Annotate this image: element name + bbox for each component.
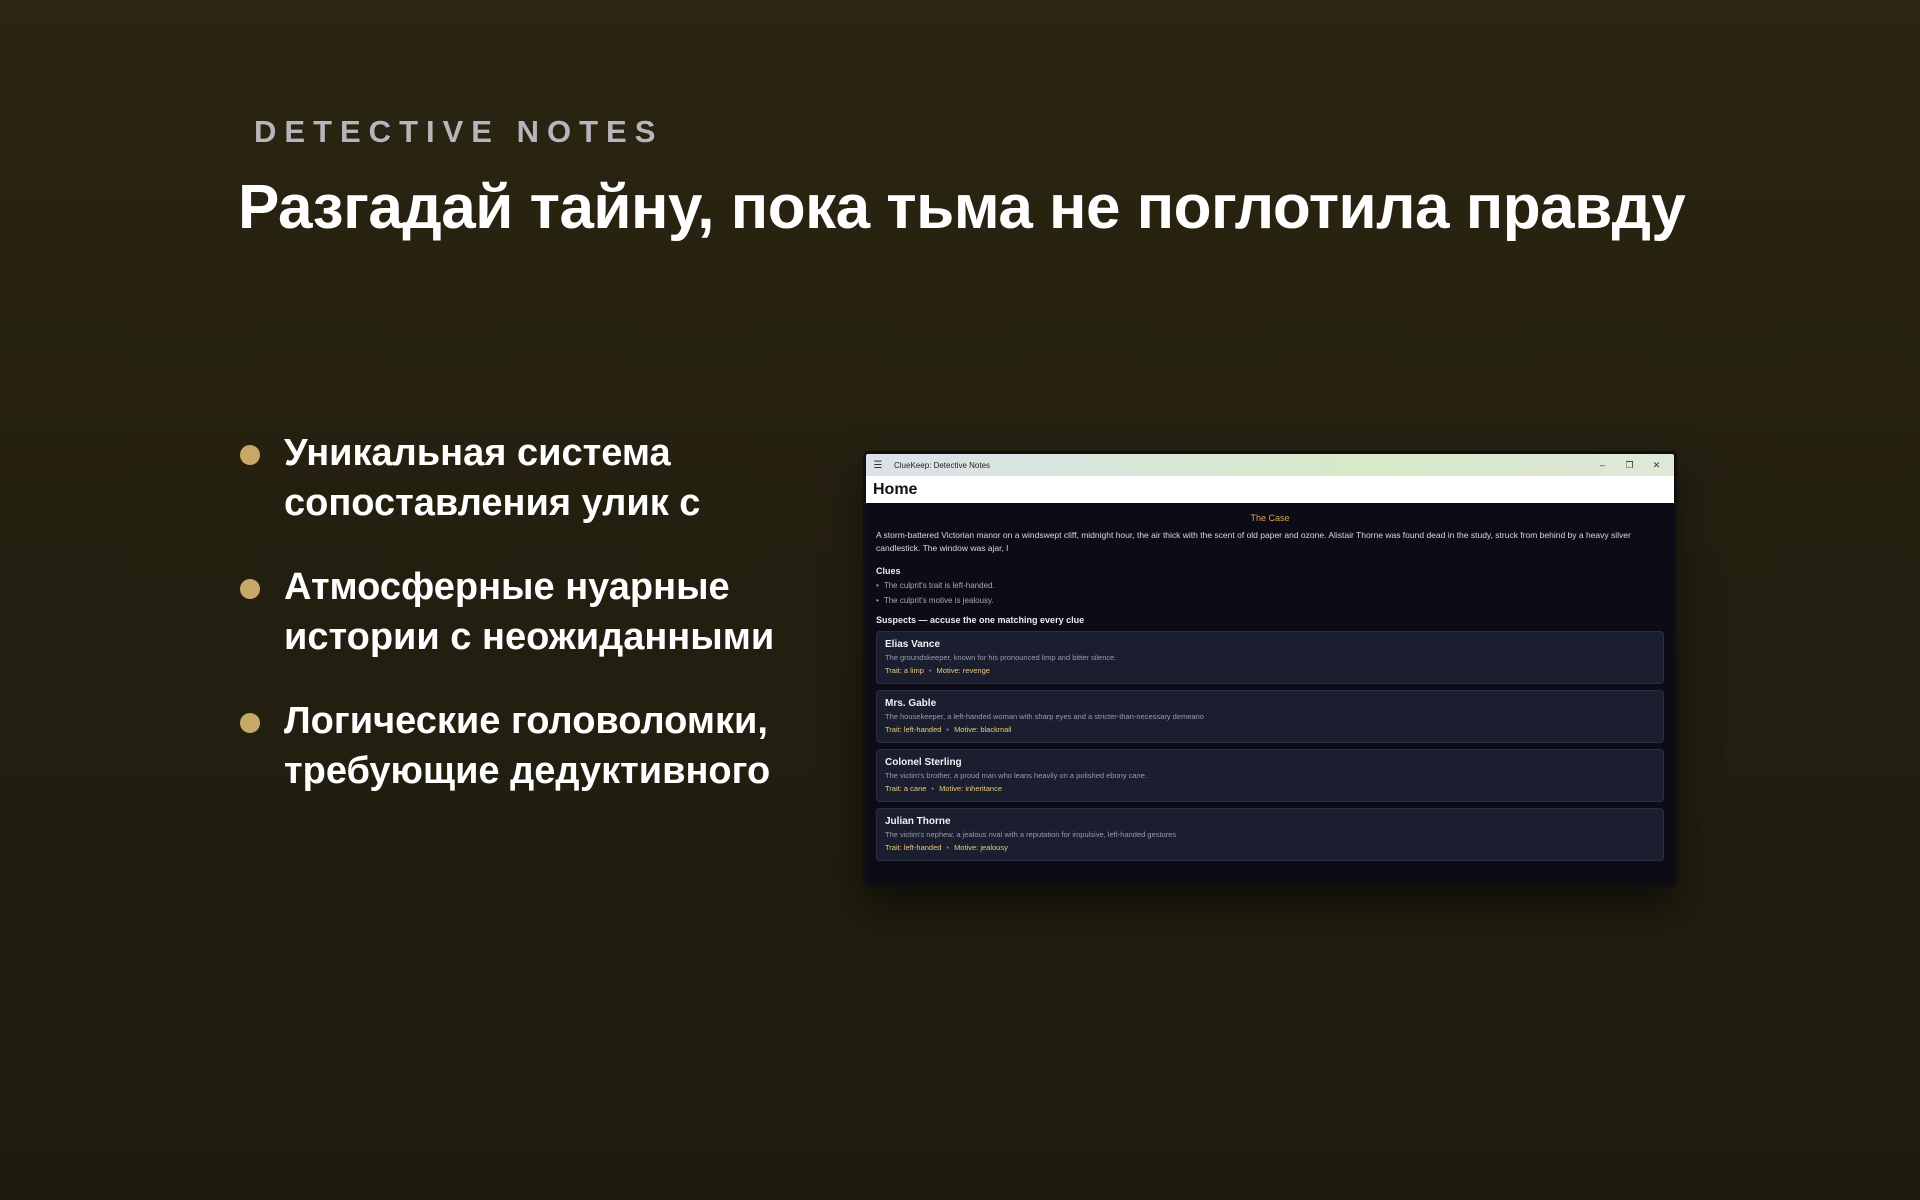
separator: • xyxy=(928,666,932,675)
page-header: Home xyxy=(866,476,1674,503)
suspect-card[interactable]: Julian Thorne The victim's nephew, a jea… xyxy=(876,808,1664,861)
separator: • xyxy=(946,843,950,852)
app-window: ☰ ClueKeep: Detective Notes – ❐ ✕ Home T… xyxy=(863,451,1677,887)
suspect-card[interactable]: Mrs. Gable The housekeeper, a left-hande… xyxy=(876,690,1664,743)
suspect-name: Colonel Sterling xyxy=(885,757,962,768)
clue-item: • The culprit's motive is jealousy. xyxy=(876,596,1664,605)
feature-item: Уникальная система сопоставления улик с xyxy=(238,428,858,528)
suspect-motive: Motive: revenge xyxy=(936,666,990,675)
feature-list: Уникальная система сопоставления улик с … xyxy=(238,428,858,830)
separator: • xyxy=(931,784,935,793)
bullet-dot-icon xyxy=(240,713,260,733)
suspect-name: Julian Thorne xyxy=(885,816,951,827)
case-description: A storm-battered Victorian manor on a wi… xyxy=(876,530,1631,553)
suspects-heading: Suspects — accuse the one matching every… xyxy=(876,615,1085,625)
case-content: The Case A storm-battered Victorian mano… xyxy=(866,503,1674,861)
bullet-dot-icon xyxy=(240,445,260,465)
feature-line: истории с неожиданными xyxy=(284,616,775,658)
clue-item: • The culprit's trait is left-handed. xyxy=(876,581,1664,590)
suspect-trait: Trait: left-handed xyxy=(885,725,942,734)
suspect-motive: Motive: jealousy xyxy=(954,843,1008,852)
restore-icon[interactable]: ❐ xyxy=(1616,460,1643,471)
suspect-description: The victim's nephew, a jealous rival wit… xyxy=(885,830,1177,839)
feature-line: Уникальная система xyxy=(284,432,671,474)
clue-text: The culprit's motive is jealousy. xyxy=(883,596,994,605)
headline: Разгадай тайну, пока тьма не поглотила п… xyxy=(238,173,1686,242)
suspect-name: Elias Vance xyxy=(885,639,941,650)
feature-item: Атмосферные нуарные истории с неожиданны… xyxy=(238,562,858,662)
separator: • xyxy=(946,725,950,734)
bullet-dot-icon xyxy=(240,579,260,599)
feature-line: Логические головоломки, xyxy=(284,700,768,742)
title-bar: ☰ ClueKeep: Detective Notes – ❐ ✕ xyxy=(866,454,1674,476)
feature-item: Логические головоломки, требующие дедукт… xyxy=(238,696,858,796)
suspect-description: The groundskeeper, known for his pronoun… xyxy=(885,653,1117,662)
suspect-motive: Motive: inheritance xyxy=(939,784,1003,793)
bullet-icon: • xyxy=(876,596,879,605)
suspect-motive: Motive: blackmail xyxy=(954,725,1012,734)
minimize-icon[interactable]: – xyxy=(1589,460,1616,470)
suspect-description: The victim's brother, a proud man who le… xyxy=(885,771,1148,780)
suspect-name: Mrs. Gable xyxy=(885,698,937,709)
close-icon[interactable]: ✕ xyxy=(1643,460,1670,471)
clues-heading: Clues xyxy=(876,566,901,576)
suspect-trait: Trait: a limp xyxy=(885,666,924,675)
suspect-description: The housekeeper, a left-handed woman wit… xyxy=(885,712,1204,721)
case-heading: The Case xyxy=(1250,513,1290,523)
feature-line: Атмосферные нуарные xyxy=(284,566,730,608)
window-title: ClueKeep: Detective Notes xyxy=(894,460,991,470)
bullet-icon: • xyxy=(876,581,879,590)
feature-line: требующие дедуктивного xyxy=(284,750,771,792)
feature-line: сопоставления улик с xyxy=(284,482,701,524)
suspect-trait: Trait: left-handed xyxy=(885,843,942,852)
eyebrow-label: DETECTIVE NOTES xyxy=(254,114,664,149)
suspect-trait: Trait: a cane xyxy=(885,784,927,793)
clue-text: The culprit's trait is left-handed. xyxy=(883,581,995,590)
page-title: Home xyxy=(873,480,918,498)
suspect-card[interactable]: Colonel Sterling The victim's brother, a… xyxy=(876,749,1664,802)
suspect-card[interactable]: Elias Vance The groundskeeper, known for… xyxy=(876,631,1664,684)
hamburger-icon[interactable]: ☰ xyxy=(866,460,890,471)
